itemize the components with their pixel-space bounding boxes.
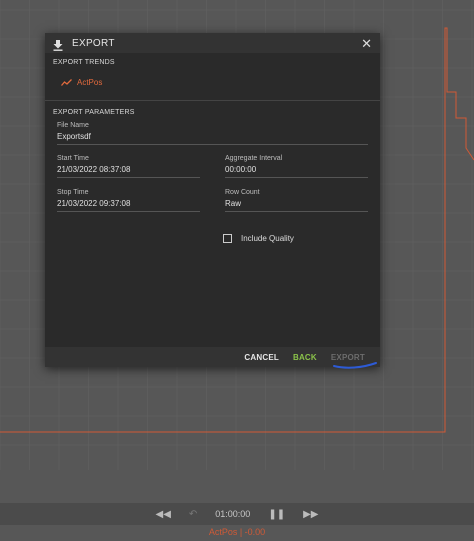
fast-forward-icon[interactable]: ▶▶ — [303, 509, 318, 520]
trend-list-item[interactable]: ActPos — [61, 73, 372, 91]
export-underline-annotation — [333, 362, 377, 369]
export-dialog: EXPORT ✕ EXPORT TRENDS ActPos EXPORT PAR… — [45, 33, 380, 367]
row-count-label: Row Count — [225, 189, 260, 196]
row-count-field[interactable]: Row Count Raw — [225, 189, 368, 212]
export-trends-section: EXPORT TRENDS ActPos — [45, 53, 380, 101]
dialog-header: EXPORT ✕ — [45, 33, 380, 53]
include-quality-label: Include Quality — [241, 234, 294, 243]
start-time-field[interactable]: Start Time 21/03/2022 08:37:08 — [57, 155, 200, 178]
dialog-title: EXPORT — [72, 37, 115, 49]
dialog-footer: CANCEL BACK EXPORT — [45, 347, 380, 367]
include-quality-checkbox[interactable] — [223, 234, 232, 243]
start-time-input[interactable]: 21/03/2022 08:37:08 — [57, 165, 200, 177]
trend-line-icon — [61, 73, 72, 91]
download-icon — [53, 38, 63, 51]
stop-time-field[interactable]: Stop Time 21/03/2022 09:37:08 — [57, 189, 200, 212]
pause-icon[interactable]: ❚❚ — [268, 509, 285, 520]
file-name-input[interactable]: Exportsdf — [57, 132, 368, 144]
playback-duration: 01:00:00 — [215, 509, 251, 519]
file-name-label: File Name — [57, 122, 89, 129]
aggregate-interval-input[interactable]: 00:00:00 — [225, 165, 368, 177]
trend-name: ActPos — [77, 77, 103, 87]
stop-time-input[interactable]: 21/03/2022 09:37:08 — [57, 199, 200, 211]
aggregate-interval-label: Aggregate Interval — [225, 155, 283, 162]
export-parameters-section: EXPORT PARAMETERS — [45, 101, 380, 116]
playback-bar: ◀◀ ↶ 01:00:00 ❚❚ ▶▶ — [0, 503, 474, 525]
file-name-field[interactable]: File Name Exportsdf — [57, 122, 368, 145]
undo-icon[interactable]: ↶ — [189, 509, 197, 520]
close-icon[interactable]: ✕ — [361, 37, 372, 50]
export-parameters-heading: EXPORT PARAMETERS — [53, 109, 135, 116]
trend-legend: ActPos | -0.00 — [208, 527, 266, 537]
stop-time-label: Stop Time — [57, 189, 89, 196]
aggregate-interval-field[interactable]: Aggregate Interval 00:00:00 — [225, 155, 368, 178]
rewind-icon[interactable]: ◀◀ — [156, 509, 171, 520]
back-button[interactable]: BACK — [286, 353, 324, 362]
start-time-label: Start Time — [57, 155, 89, 162]
cancel-button[interactable]: CANCEL — [237, 353, 286, 362]
include-quality-option[interactable]: Include Quality — [223, 234, 294, 243]
row-count-select[interactable]: Raw — [225, 199, 368, 211]
export-trends-heading: EXPORT TRENDS — [53, 59, 115, 66]
